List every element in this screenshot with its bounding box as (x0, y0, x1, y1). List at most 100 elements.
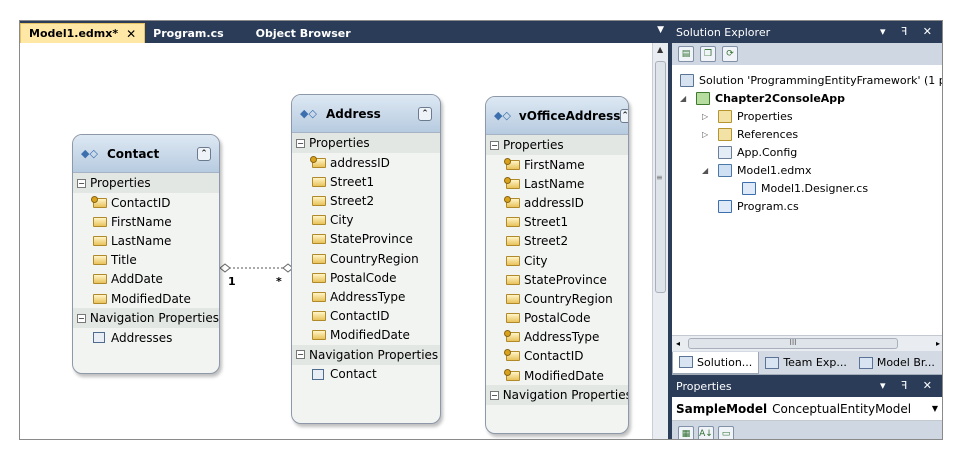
expanded-arrow-icon[interactable]: ◢ (680, 94, 690, 103)
expanded-arrow-icon[interactable]: ◢ (702, 166, 712, 175)
navigation-section-header[interactable]: − Navigation Properties (486, 385, 628, 406)
close-icon[interactable]: ✕ (126, 27, 136, 41)
project-icon (696, 91, 710, 105)
entity-property[interactable]: LastName (73, 231, 219, 250)
tree-item-solution[interactable]: Solution 'ProgrammingEntityFramework' (1… (680, 71, 942, 89)
scrollbar-thumb[interactable]: III (688, 338, 898, 349)
properties-section-header[interactable]: − Properties (73, 173, 219, 193)
canvas-vertical-scrollbar[interactable]: ▲ ≡ (652, 43, 668, 439)
properties-toolbar: ▦ A↓ ▭ (672, 421, 942, 439)
entity-property[interactable]: ContactID (292, 307, 440, 326)
entity-property[interactable]: AddDate (73, 270, 219, 289)
scroll-right-icon[interactable]: ▸ (936, 339, 940, 348)
entity-property[interactable]: City (486, 251, 628, 270)
key-property-icon (504, 195, 520, 208)
property-icon (93, 255, 107, 266)
tab-object-browser[interactable]: Object Browser (248, 23, 359, 43)
categorized-icon[interactable]: ▦ (678, 426, 694, 439)
entity-property[interactable]: AddressType (292, 287, 440, 306)
entity-contact[interactable]: ◆◇ Contact ⌃ − Properties ContactID Firs… (72, 134, 220, 374)
entity-property[interactable]: Street1 (486, 213, 628, 232)
entity-property[interactable]: CountryRegion (292, 249, 440, 268)
key-property-icon (504, 330, 520, 343)
entity-property[interactable]: ContactID (486, 347, 628, 366)
entity-property[interactable]: PostalCode (292, 268, 440, 287)
entity-property[interactable]: Street2 (486, 232, 628, 251)
properties-section-header[interactable]: − Properties (292, 133, 440, 153)
chevron-down-icon[interactable]: ▼ (657, 25, 664, 35)
property-icon (312, 234, 326, 245)
tree-item-project[interactable]: ◢ Chapter2ConsoleApp (680, 89, 845, 107)
collapse-icon[interactable]: ⌃ (197, 146, 211, 161)
navigation-property[interactable]: Contact (292, 365, 440, 384)
entity-property[interactable]: Street1 (292, 172, 440, 191)
panel-window-controls-icon[interactable]: ▾ ꟻ ✕ (880, 25, 938, 38)
entity-property[interactable]: Title (73, 251, 219, 270)
entity-header: ◆◇ vOfficeAddress ⌃ (486, 97, 628, 135)
entity-property[interactable]: Street2 (292, 191, 440, 210)
property-pages-icon[interactable]: ▭ (718, 426, 734, 439)
solution-explorer-titlebar[interactable]: Solution Explorer ▾ ꟻ ✕ (672, 21, 942, 43)
panel-window-controls-icon[interactable]: ▾ ꟻ ✕ (880, 379, 938, 392)
entity-property[interactable]: addressID (292, 153, 440, 172)
tree-item-model1-designer-cs[interactable]: Model1.Designer.cs (742, 179, 868, 197)
properties-section-header[interactable]: − Properties (486, 135, 628, 155)
refresh-icon[interactable]: ⟳ (722, 46, 738, 62)
entity-property[interactable]: PostalCode (486, 309, 628, 328)
tree-horizontal-scrollbar[interactable]: ◂ III ▸ (672, 335, 942, 351)
entity-property[interactable]: ContactID (73, 193, 219, 212)
tree-item-properties[interactable]: ▷ Properties (702, 107, 793, 125)
entity-property[interactable]: ModifiedDate (486, 366, 628, 385)
properties-titlebar[interactable]: Properties ▾ ꟻ ✕ (672, 375, 942, 397)
tab-solution-explorer[interactable]: Solution... (672, 351, 760, 374)
entity-property[interactable]: StateProvince (292, 230, 440, 249)
show-all-files-icon[interactable]: ❐ (700, 46, 716, 62)
entity-property[interactable]: CountryRegion (486, 289, 628, 308)
edmx-file-icon (718, 163, 732, 177)
entity-property[interactable]: ModifiedDate (73, 289, 219, 308)
entity-voffice-address[interactable]: ◆◇ vOfficeAddress ⌃ − Properties FirstNa… (485, 96, 629, 434)
collapse-icon[interactable]: ⌃ (418, 106, 432, 121)
scroll-grip-icon: ≡ (656, 173, 663, 182)
references-folder-icon (718, 127, 732, 141)
entity-property[interactable]: StateProvince (486, 270, 628, 289)
entity-property[interactable]: AddressType (486, 328, 628, 347)
entity-designer-canvas[interactable]: 1 * ◆◇ Contact ⌃ − Properties ContactID … (20, 43, 652, 439)
key-property-icon (504, 176, 520, 189)
solution-tree: Solution 'ProgrammingEntityFramework' (1… (672, 65, 942, 335)
property-icon (506, 236, 520, 247)
collapsed-arrow-icon[interactable]: ▷ (702, 130, 712, 139)
tree-item-model1-edmx[interactable]: ◢ Model1.edmx (702, 161, 812, 179)
tree-item-app-config[interactable]: App.Config (718, 143, 797, 161)
collapse-icon[interactable]: ⌃ (620, 108, 628, 123)
entity-address[interactable]: ◆◇ Address ⌃ − Properties addressID Stre… (291, 94, 441, 424)
navigation-property[interactable]: Addresses (73, 328, 219, 347)
tree-item-references[interactable]: ▷ References (702, 125, 798, 143)
entity-property[interactable]: ModifiedDate (292, 326, 440, 345)
properties-icon[interactable]: ▤ (678, 46, 694, 62)
property-icon (506, 217, 520, 228)
tree-item-program-cs[interactable]: Program.cs (718, 197, 799, 215)
property-icon (312, 330, 326, 341)
navigation-section-header[interactable]: − Navigation Properties (73, 308, 219, 329)
entity-property[interactable]: FirstName (486, 155, 628, 174)
property-icon (312, 272, 326, 283)
entity-property[interactable]: addressID (486, 193, 628, 212)
property-icon (312, 195, 326, 206)
tab-model1-edmx[interactable]: Model1.edmx* ✕ (20, 23, 146, 43)
entity-property[interactable]: FirstName (73, 212, 219, 231)
properties-object-selector[interactable]: SampleModel ConceptualEntityModel ▼ (672, 397, 942, 421)
alphabetical-sort-icon[interactable]: A↓ (698, 426, 714, 439)
scroll-left-icon[interactable]: ◂ (676, 339, 680, 348)
entity-property[interactable]: City (292, 211, 440, 230)
tab-program-cs[interactable]: Program.cs (145, 23, 231, 43)
property-icon (312, 311, 326, 322)
tab-model-browser[interactable]: Model Br... (853, 352, 941, 374)
scroll-up-icon[interactable]: ▲ (657, 45, 663, 54)
collapsed-arrow-icon[interactable]: ▷ (702, 112, 712, 121)
tab-team-explorer[interactable]: Team Exp... (759, 352, 853, 374)
entity-property[interactable]: LastName (486, 174, 628, 193)
team-explorer-icon (765, 356, 780, 369)
chevron-down-icon[interactable]: ▼ (932, 404, 938, 413)
navigation-section-header[interactable]: − Navigation Properties (292, 344, 440, 365)
